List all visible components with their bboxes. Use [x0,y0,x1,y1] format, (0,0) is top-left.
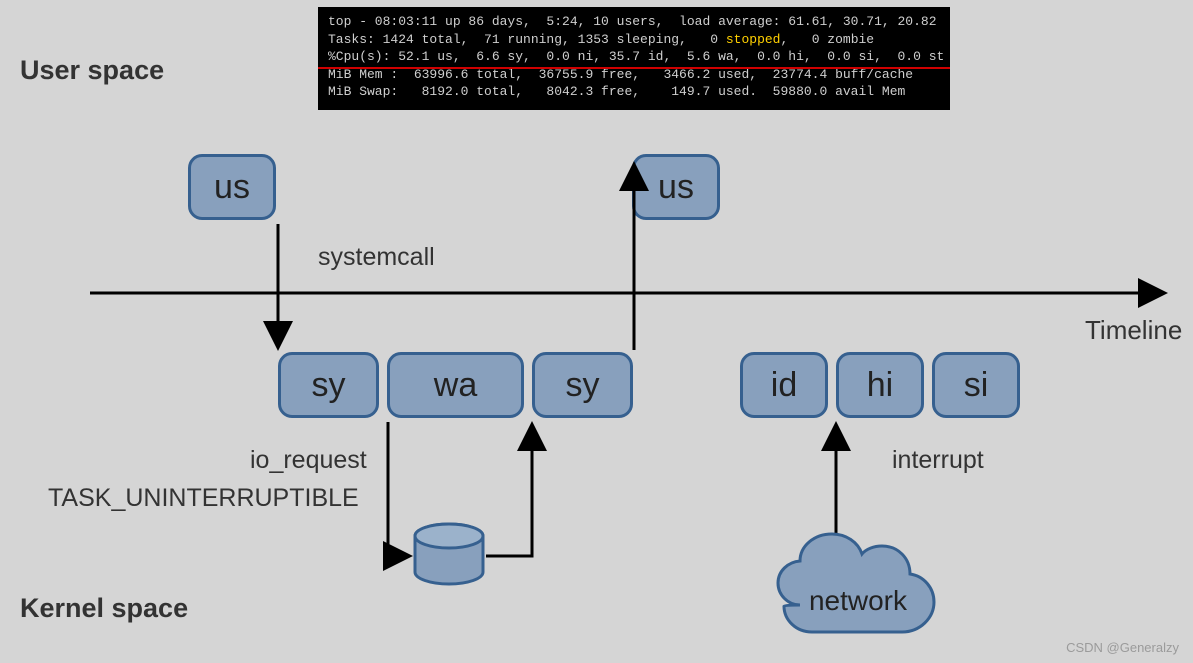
label-timeline: Timeline [1085,315,1182,346]
state-text-hi: hi [867,366,893,405]
label-io-request: io_request [250,446,367,475]
watermark: CSDN @Generalzy [1066,640,1179,655]
state-text-si: si [964,366,989,405]
cloud-icon: network [778,534,934,632]
terminal-line-5: MiB Swap: 8192.0 total, 8042.3 free, 149… [328,84,905,99]
cloud-label: network [809,585,908,616]
state-text-us-2: us [658,168,694,207]
state-box-us-1: us [188,154,276,220]
label-interrupt: interrupt [892,446,984,475]
state-text-sy-2: sy [566,366,600,405]
heading-kernel-space: Kernel space [20,593,188,624]
heading-user-space: User space [20,55,164,86]
terminal-line-2-stopped: stopped [726,32,781,47]
state-box-us-2: us [632,154,720,220]
terminal-top-output: top - 08:03:11 up 86 days, 5:24, 10 user… [318,7,950,110]
disk-icon [415,524,483,584]
terminal-line-3: %Cpu(s): 52.1 us, 6.6 sy, 0.0 ni, 35.7 i… [328,49,944,64]
state-text-wa: wa [434,366,477,405]
state-box-id: id [740,352,828,418]
terminal-cpu-underline [318,67,950,69]
state-box-sy-2: sy [532,352,633,418]
label-systemcall: systemcall [318,243,435,272]
arrow-wa-to-disk [388,422,410,556]
state-box-sy-1: sy [278,352,379,418]
state-box-si: si [932,352,1020,418]
terminal-line-2a: Tasks: 1424 total, 71 running, 1353 slee… [328,32,726,47]
state-box-wa: wa [387,352,524,418]
state-box-hi: hi [836,352,924,418]
state-text-id: id [771,366,797,405]
terminal-line-1: top - 08:03:11 up 86 days, 5:24, 10 user… [328,14,937,29]
arrow-disk-to-sy [486,424,532,556]
state-text-us-1: us [214,168,250,207]
terminal-line-2c: , 0 zombie [780,32,874,47]
state-text-sy-1: sy [312,366,346,405]
label-task-uninterruptible: TASK_UNINTERRUPTIBLE [48,484,359,513]
